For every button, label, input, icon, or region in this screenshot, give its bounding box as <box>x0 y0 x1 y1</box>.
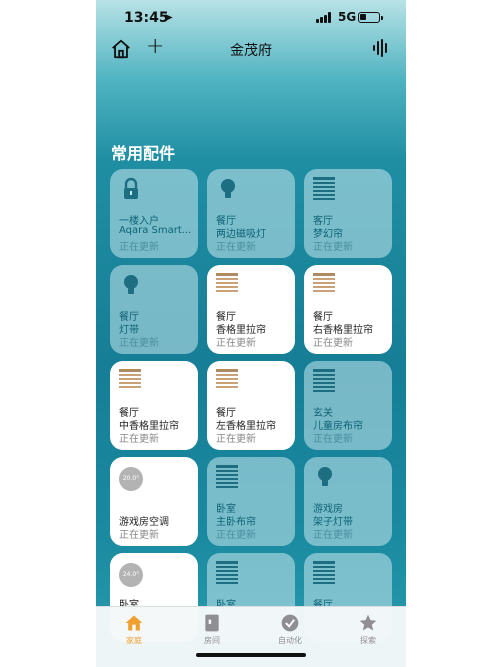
accessory-tile[interactable]: 游戏房 架子灯带 正在更新 <box>304 457 392 546</box>
blinds-icon <box>216 273 240 297</box>
home-tab-icon <box>125 615 143 631</box>
tab-label: 家庭 <box>126 636 142 645</box>
automation-tab-icon <box>281 614 299 632</box>
location-arrow-icon: ➤ <box>164 11 174 24</box>
status-time: 13:45 <box>124 10 169 26</box>
lock-icon <box>124 177 138 199</box>
accessory-tile[interactable]: 玄关 儿童房布帘 正在更新 <box>304 361 392 450</box>
blinds-icon <box>216 369 240 393</box>
tile-status: 正在更新 <box>216 434 256 445</box>
battery-icon <box>358 12 383 23</box>
blinds-icon <box>216 561 240 585</box>
network-label: 5G <box>338 10 357 24</box>
tab-label: 房间 <box>204 636 220 645</box>
tab-label: 自动化 <box>278 636 302 645</box>
tile-status: 正在更新 <box>119 530 159 541</box>
accessory-tile[interactable]: 餐厅 左香格里拉帘 正在更新 <box>207 361 295 450</box>
blinds-icon <box>119 369 143 393</box>
tile-status: 正在更新 <box>313 338 353 349</box>
tile-status: 正在更新 <box>313 434 353 445</box>
accessory-tile[interactable]: 餐厅 两边磁吸灯 正在更新 <box>207 169 295 258</box>
tile-status: 正在更新 <box>313 242 353 253</box>
tile-name: Aqara Smart... <box>119 225 192 236</box>
phone-screen: 13:45 ➤ 5G + 金茂府 常用配件 一楼入户 Aqara Smart..… <box>96 0 406 667</box>
lightbulb-icon <box>124 275 138 294</box>
blinds-icon <box>313 177 337 201</box>
accessory-tile[interactable]: 餐厅 右香格里拉帘 正在更新 <box>304 265 392 354</box>
accessory-tile[interactable]: 客厅 梦幻帘 正在更新 <box>304 169 392 258</box>
blinds-icon <box>216 465 240 489</box>
accessory-tile[interactable]: 餐厅 中香格里拉帘 正在更新 <box>110 361 198 450</box>
thermostat-icon: 20.0° <box>119 467 143 491</box>
voice-wave-icon[interactable] <box>373 39 389 57</box>
blinds-icon <box>313 561 337 585</box>
star-tab-icon <box>359 614 377 631</box>
blinds-icon <box>313 273 337 297</box>
section-title: 常用配件 <box>111 144 176 163</box>
accessory-tile[interactable]: 餐厅 香格里拉帘 正在更新 <box>207 265 295 354</box>
home-indicator[interactable] <box>196 653 306 657</box>
nav-bar: + 金茂府 <box>96 34 406 64</box>
room-tab-icon <box>205 614 219 632</box>
tile-status: 正在更新 <box>216 242 256 253</box>
home-title[interactable]: 金茂府 <box>96 40 406 60</box>
tile-status: 正在更新 <box>216 530 256 541</box>
blinds-icon <box>313 369 337 393</box>
tile-status: 正在更新 <box>313 530 353 541</box>
lightbulb-icon <box>318 467 332 486</box>
tab-home[interactable]: 家庭 <box>104 613 164 649</box>
signal-icon <box>316 12 334 23</box>
tile-status: 正在更新 <box>119 434 159 445</box>
tab-discover[interactable]: 探索 <box>338 613 398 649</box>
tile-status: 正在更新 <box>119 338 159 349</box>
tab-automation[interactable]: 自动化 <box>260 613 320 649</box>
tile-status: 正在更新 <box>216 338 256 349</box>
tile-status: 正在更新 <box>119 242 159 253</box>
accessory-tile[interactable]: 卧室 主卧布帘 正在更新 <box>207 457 295 546</box>
tab-label: 探索 <box>360 636 376 645</box>
thermostat-icon: 24.0° <box>119 563 143 587</box>
tab-rooms[interactable]: 房间 <box>182 613 242 649</box>
accessory-tile[interactable]: 一楼入户 Aqara Smart... 正在更新 <box>110 169 198 258</box>
lightbulb-icon <box>221 179 235 198</box>
accessory-tile[interactable]: 20.0° 游戏房空调 正在更新 <box>110 457 198 546</box>
tab-bar: 家庭 房间 自动化 探索 <box>96 606 406 667</box>
accessory-tile[interactable]: 餐厅 灯带 正在更新 <box>110 265 198 354</box>
status-bar: 13:45 ➤ 5G <box>96 0 406 36</box>
